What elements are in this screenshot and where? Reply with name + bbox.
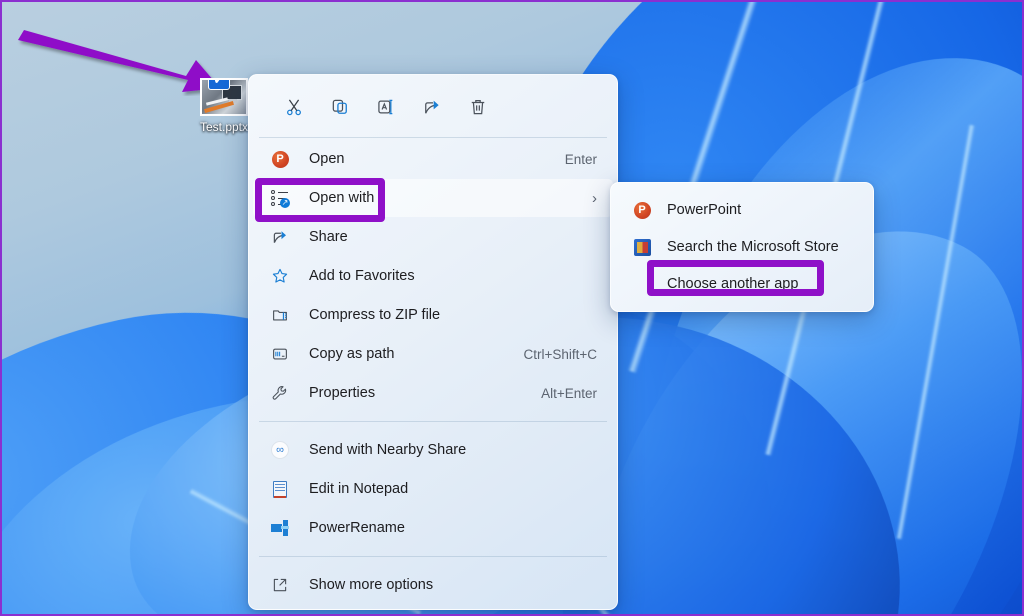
context-menu-toolbar bbox=[249, 79, 617, 135]
trash-icon bbox=[471, 100, 485, 115]
wrench-icon bbox=[267, 384, 293, 402]
submenu-item-label: Choose another app bbox=[667, 276, 799, 292]
delete-button[interactable] bbox=[455, 89, 501, 125]
chevron-right-icon: › bbox=[592, 189, 597, 207]
submenu-item-label: PowerPoint bbox=[667, 202, 742, 218]
menu-item-label: Properties bbox=[309, 385, 376, 401]
menu-item-compress-zip[interactable]: Compress to ZIP file bbox=[253, 296, 613, 334]
copy-icon bbox=[332, 99, 347, 114]
cut-icon bbox=[287, 99, 301, 116]
menu-item-label: Add to Favorites bbox=[309, 268, 415, 284]
menu-item-shortcut: Ctrl+Shift+C bbox=[523, 346, 597, 362]
copy-button[interactable] bbox=[317, 89, 363, 125]
selection-checkbox[interactable]: ✓ bbox=[208, 80, 230, 90]
powerpoint-icon bbox=[267, 150, 293, 168]
cut-button[interactable] bbox=[271, 89, 317, 125]
open-with-icon bbox=[267, 190, 293, 208]
menu-item-label: PowerRename bbox=[309, 520, 405, 536]
zip-folder-icon bbox=[267, 306, 293, 324]
share-icon bbox=[267, 228, 293, 246]
powerrename-icon bbox=[267, 520, 293, 536]
star-icon bbox=[267, 267, 293, 285]
menu-item-edit-in-notepad[interactable]: Edit in Notepad bbox=[253, 470, 613, 508]
menu-item-label: Open with bbox=[309, 190, 375, 206]
menu-item-shortcut: Alt+Enter bbox=[541, 385, 597, 401]
menu-item-add-to-favorites[interactable]: Add to Favorites bbox=[253, 257, 613, 295]
powerpoint-icon bbox=[631, 201, 653, 219]
menu-separator bbox=[259, 556, 607, 557]
submenu-item-label: Search the Microsoft Store bbox=[667, 239, 839, 255]
share-button[interactable] bbox=[409, 89, 455, 125]
menu-item-open-with[interactable]: Open with › bbox=[253, 179, 613, 217]
nearby-share-icon bbox=[267, 441, 293, 459]
menu-separator bbox=[259, 421, 607, 422]
copy-path-icon bbox=[267, 345, 293, 363]
menu-item-label: Compress to ZIP file bbox=[309, 307, 441, 323]
open-with-submenu[interactable]: PowerPoint Search the Microsoft Store Ch… bbox=[610, 182, 874, 312]
file-thumbnail: ✓ bbox=[200, 78, 248, 116]
ms-store-icon bbox=[631, 238, 653, 256]
file-icon-label: Test.pptx bbox=[199, 120, 249, 134]
desktop-screen: ✓ Test.pptx P Open Enter ↗ Open with › S… bbox=[0, 0, 1024, 616]
menu-item-label: Open bbox=[309, 151, 345, 167]
menu-item-shortcut: Enter bbox=[564, 151, 597, 167]
menu-separator bbox=[259, 137, 607, 138]
menu-item-show-more-options[interactable]: Show more options bbox=[253, 566, 613, 604]
menu-item-label: Copy as path bbox=[309, 346, 395, 362]
menu-item-label: Show more options bbox=[309, 577, 434, 593]
menu-item-label: Share bbox=[309, 229, 348, 245]
show-more-options-icon bbox=[267, 576, 293, 594]
share-icon bbox=[425, 100, 439, 114]
menu-item-open[interactable]: Open Enter bbox=[253, 140, 613, 178]
menu-item-send-with-nearby-share[interactable]: Send with Nearby Share bbox=[253, 431, 613, 469]
submenu-item-choose-another-app[interactable]: Choose another app bbox=[615, 266, 869, 302]
submenu-item-search-microsoft-store[interactable]: Search the Microsoft Store bbox=[615, 229, 869, 265]
menu-item-copy-as-path[interactable]: Copy as path Ctrl+Shift+C bbox=[253, 335, 613, 373]
context-menu[interactable]: Open Enter Open with › bbox=[248, 74, 618, 610]
menu-item-powerrename[interactable]: PowerRename bbox=[253, 509, 613, 547]
menu-item-share[interactable]: Share bbox=[253, 218, 613, 256]
rename-icon bbox=[378, 99, 393, 115]
menu-item-label: Edit in Notepad bbox=[309, 481, 409, 497]
notepad-icon bbox=[267, 480, 293, 498]
menu-item-properties[interactable]: Properties Alt+Enter bbox=[253, 374, 613, 412]
submenu-item-powerpoint[interactable]: PowerPoint bbox=[615, 192, 869, 228]
menu-item-label: Send with Nearby Share bbox=[309, 442, 467, 458]
rename-button[interactable] bbox=[363, 89, 409, 125]
